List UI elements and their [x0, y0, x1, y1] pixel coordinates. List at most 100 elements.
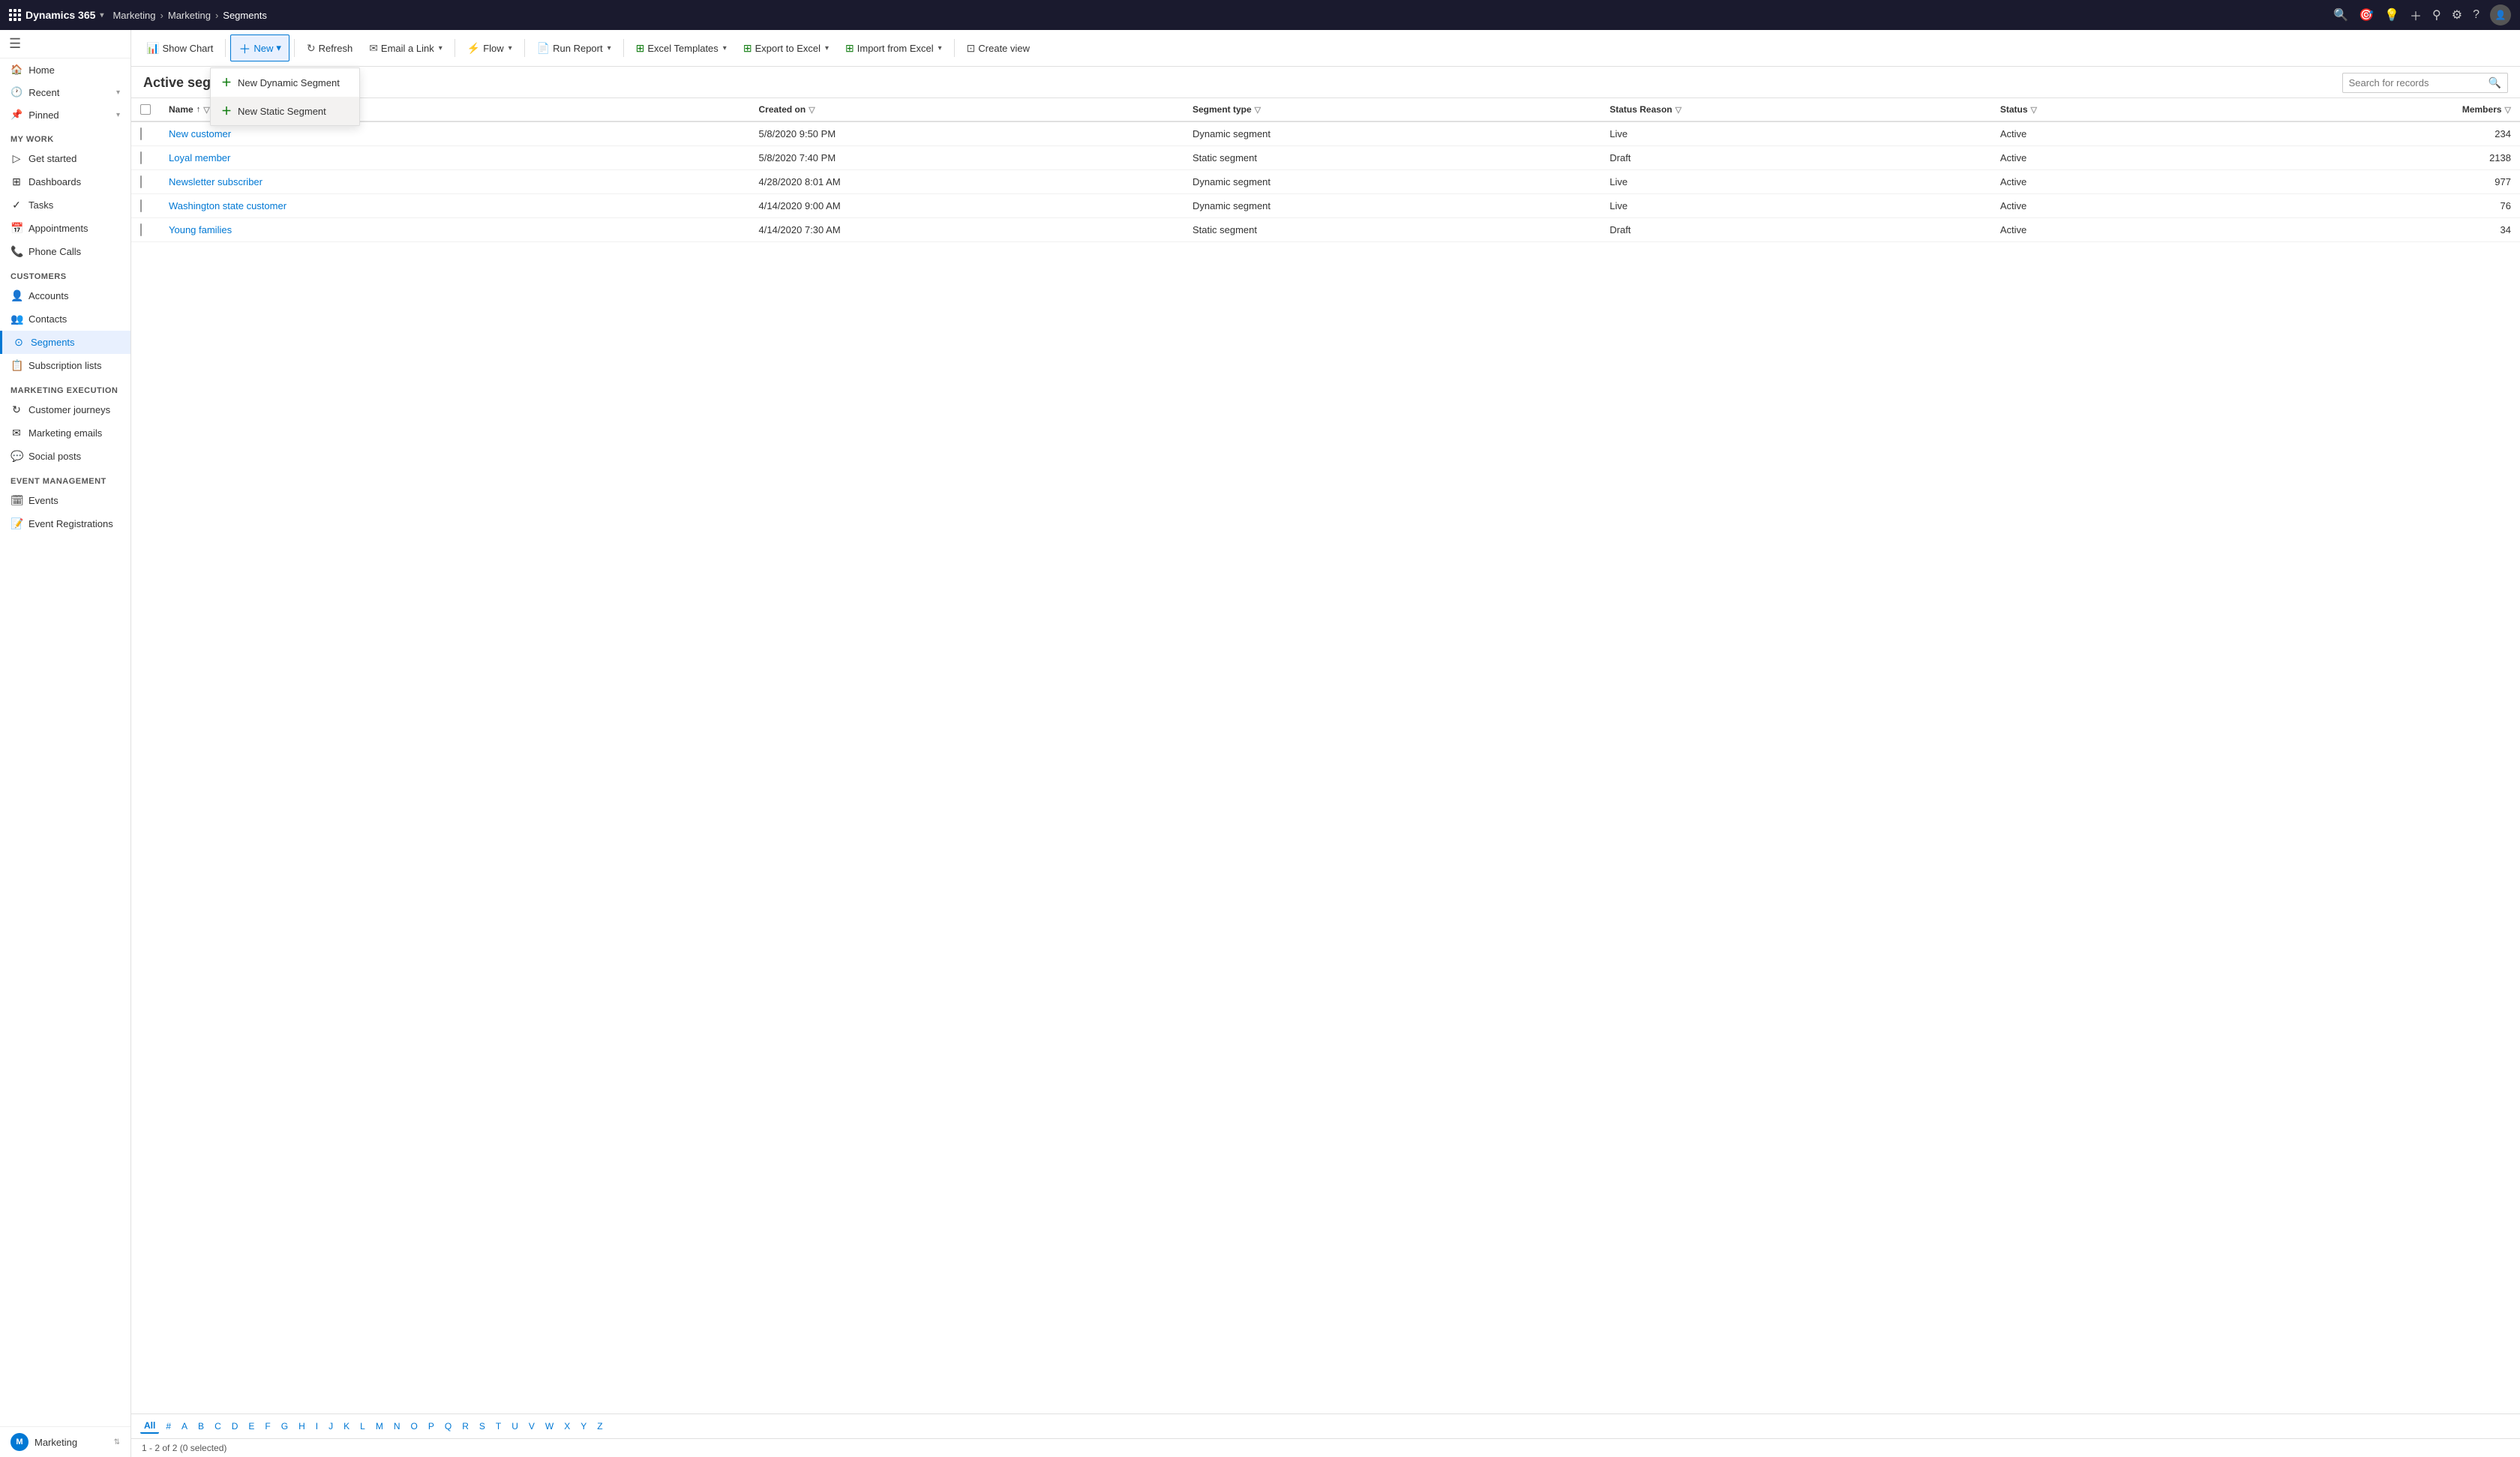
alpha-item-e[interactable]: E [244, 1420, 258, 1433]
alpha-item-f[interactable]: F [261, 1420, 274, 1433]
search-box[interactable]: 🔍 [2342, 73, 2508, 93]
alpha-item-m[interactable]: M [372, 1420, 387, 1433]
filter-status-icon[interactable]: ▽ [2031, 105, 2037, 115]
sort-asc-icon[interactable]: ↑ [196, 105, 201, 114]
sidebar-item-get-started[interactable]: ▷ Get started [0, 147, 130, 170]
flow-button[interactable]: ⚡ Flow ▾ [460, 38, 520, 58]
filter-name-icon[interactable]: ▽ [203, 105, 209, 115]
excel-templates-button[interactable]: ⊞ Excel Templates ▾ [628, 38, 734, 58]
row-name-link[interactable]: Young families [169, 224, 232, 235]
breadcrumb-segments[interactable]: Segments [223, 10, 267, 21]
row-name-link[interactable]: New customer [169, 128, 231, 139]
alpha-item-v[interactable]: V [525, 1420, 538, 1433]
alpha-item-b[interactable]: B [194, 1420, 208, 1433]
export-to-excel-button[interactable]: ⊞ Export to Excel ▾ [736, 38, 836, 58]
new-button[interactable]: ＋ New ▾ [230, 34, 290, 61]
filter-members-icon[interactable]: ▽ [2505, 105, 2511, 115]
row-checkbox[interactable] [140, 151, 142, 164]
alpha-item-g[interactable]: G [278, 1420, 292, 1433]
sidebar-pinned[interactable]: 📌 Pinned ▾ [0, 103, 130, 126]
alpha-item-o[interactable]: O [407, 1420, 422, 1433]
hamburger-icon[interactable]: ☰ [9, 36, 21, 52]
filter-created-icon[interactable]: ▽ [808, 105, 814, 115]
sidebar-item-segments[interactable]: ⊙ Segments [0, 331, 130, 354]
refresh-button[interactable]: ↻ Refresh [299, 38, 360, 58]
filter-type-icon[interactable]: ▽ [1255, 105, 1261, 115]
alpha-item-q[interactable]: Q [441, 1420, 455, 1433]
sidebar-item-events[interactable]: 🗓 Events [0, 489, 130, 512]
settings-icon[interactable]: ⚙ [2452, 7, 2462, 22]
plus-icon[interactable]: ＋ [2410, 6, 2422, 24]
sidebar-item-phone-calls[interactable]: 📞 Phone Calls [0, 240, 130, 263]
new-dynamic-segment-item[interactable]: ＋ New Dynamic Segment [211, 68, 359, 97]
help-icon[interactable]: ? [2473, 8, 2480, 22]
user-avatar[interactable]: 👤 [2490, 4, 2511, 25]
create-view-button[interactable]: ⊡ Create view [959, 38, 1037, 58]
app-logo[interactable]: Dynamics 365 ▾ [9, 9, 104, 21]
sidebar-item-social-posts[interactable]: 💬 Social posts [0, 445, 130, 468]
waffle-icon[interactable] [9, 9, 21, 21]
alpha-item-j[interactable]: J [325, 1420, 337, 1433]
sidebar-item-appointments[interactable]: 📅 Appointments [0, 217, 130, 240]
alpha-item-r[interactable]: R [458, 1420, 472, 1433]
filter-icon[interactable]: ⚲ [2432, 7, 2441, 22]
sidebar-item-customer-journeys[interactable]: ↻ Customer journeys [0, 398, 130, 421]
search-icon[interactable]: 🔍 [2333, 7, 2348, 22]
alpha-item-d[interactable]: D [228, 1420, 242, 1433]
alpha-item-p[interactable]: P [424, 1420, 438, 1433]
row-name-link[interactable]: Loyal member [169, 152, 230, 163]
alpha-item-k[interactable]: K [340, 1420, 353, 1433]
chevron-down-icon[interactable]: ▾ [938, 44, 942, 52]
sidebar-item-marketing-emails[interactable]: ✉ Marketing emails [0, 421, 130, 445]
sidebar-item-event-registrations[interactable]: 📝 Event Registrations [0, 512, 130, 535]
alpha-item-s[interactable]: S [476, 1420, 489, 1433]
show-chart-button[interactable]: 📊 Show Chart [139, 38, 220, 58]
chevron-down-icon[interactable]: ▾ [100, 11, 104, 19]
alpha-item-c[interactable]: C [211, 1420, 225, 1433]
alpha-item-l[interactable]: L [356, 1420, 369, 1433]
alpha-item-w[interactable]: W [542, 1420, 557, 1433]
new-static-segment-item[interactable]: ＋ New Static Segment [211, 97, 359, 125]
sidebar-bottom-user[interactable]: M Marketing ⇅ [0, 1426, 130, 1457]
chevron-down-icon[interactable]: ▾ [276, 42, 281, 54]
row-name-link[interactable]: Newsletter subscriber [169, 176, 262, 187]
row-checkbox[interactable] [140, 127, 142, 140]
sidebar-item-tasks[interactable]: ✓ Tasks [0, 193, 130, 217]
email-link-button[interactable]: ✉ Email a Link ▾ [362, 38, 450, 58]
row-checkbox[interactable] [140, 199, 142, 212]
chevron-down-icon[interactable]: ▾ [508, 44, 512, 52]
row-checkbox[interactable] [140, 175, 142, 188]
sidebar-home[interactable]: 🏠 Home [0, 58, 130, 81]
sidebar-item-accounts[interactable]: 👤 Accounts [0, 284, 130, 307]
alpha-item-n[interactable]: N [390, 1420, 404, 1433]
run-report-button[interactable]: 📄 Run Report ▾ [530, 38, 619, 58]
bulb-icon[interactable]: 💡 [2384, 7, 2399, 22]
select-all-checkbox[interactable] [140, 104, 151, 115]
chevron-down-icon[interactable]: ▾ [439, 44, 442, 52]
search-input[interactable] [2349, 77, 2484, 88]
alpha-item-all[interactable]: All [140, 1419, 159, 1434]
chevron-down-icon[interactable]: ▾ [608, 44, 611, 52]
chevron-down-icon[interactable]: ▾ [723, 44, 727, 52]
alpha-item-t[interactable]: T [492, 1420, 505, 1433]
row-checkbox[interactable] [140, 223, 142, 236]
alpha-item-h[interactable]: H [295, 1420, 309, 1433]
target-icon[interactable]: 🎯 [2359, 7, 2374, 22]
row-name-link[interactable]: Washington state customer [169, 200, 286, 211]
filter-status-reason-icon[interactable]: ▽ [1676, 105, 1682, 115]
alpha-item-#[interactable]: # [162, 1420, 175, 1433]
alpha-item-i[interactable]: I [312, 1420, 322, 1433]
chevron-down-icon[interactable]: ▾ [825, 44, 829, 52]
alpha-item-y[interactable]: Y [577, 1420, 590, 1433]
alpha-item-a[interactable]: A [178, 1420, 191, 1433]
alpha-item-z[interactable]: Z [593, 1420, 606, 1433]
sidebar-item-dashboards[interactable]: ⊞ Dashboards [0, 170, 130, 193]
alpha-item-x[interactable]: X [560, 1420, 574, 1433]
alpha-item-u[interactable]: U [508, 1420, 522, 1433]
import-from-excel-button[interactable]: ⊞ Import from Excel ▾ [838, 38, 950, 58]
sidebar-item-subscription-lists[interactable]: 📋 Subscription lists [0, 354, 130, 377]
sidebar-item-contacts[interactable]: 👥 Contacts [0, 307, 130, 331]
breadcrumb-marketing[interactable]: Marketing [112, 10, 155, 21]
breadcrumb-marketing2[interactable]: Marketing [168, 10, 211, 21]
sidebar-recent[interactable]: 🕐 Recent ▾ [0, 81, 130, 103]
